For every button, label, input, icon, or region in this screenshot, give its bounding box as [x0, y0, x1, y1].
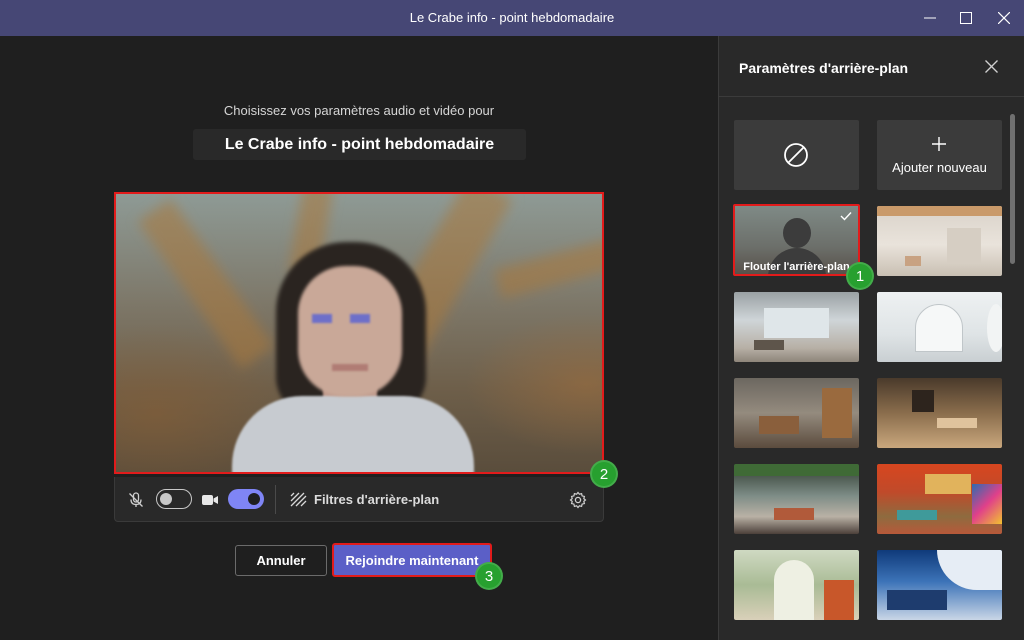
blur-background-label: Flouter l'arrière-plan [743, 261, 850, 273]
ceiling-beam [137, 198, 275, 370]
add-new-background-tile[interactable]: Ajouter nouveau [877, 120, 1002, 190]
background-tile[interactable] [877, 378, 1002, 448]
maximize-icon [960, 12, 972, 24]
person-eye [350, 314, 370, 323]
no-background-tile[interactable] [734, 120, 859, 190]
tree-decor [824, 580, 854, 620]
video-preview [114, 192, 604, 474]
ceiling-beam [494, 238, 602, 300]
panel-title: Paramètres d'arrière-plan [739, 60, 909, 76]
floor-decor [887, 590, 947, 610]
av-controls-bar: Filtres d'arrière-plan [114, 477, 604, 522]
sofa-decor [754, 340, 784, 350]
arch-decor [915, 304, 963, 352]
background-tile[interactable] [734, 292, 859, 362]
step-badge-1: 1 [846, 262, 874, 290]
fireplace-decor [912, 390, 934, 412]
blur-background-tile[interactable]: Flouter l'arrière-plan [733, 204, 860, 276]
panel-decor [822, 388, 852, 438]
background-tile[interactable] [734, 550, 859, 620]
window-decor [764, 308, 829, 338]
device-settings-button[interactable] [569, 477, 587, 522]
background-filters-button[interactable] [290, 477, 307, 522]
person-body [232, 396, 474, 472]
step-badge-2: 2 [590, 460, 618, 488]
wall-decor [947, 228, 981, 264]
prejoin-subtitle: Choisissez vos paramètres audio et vidéo… [223, 103, 495, 118]
sofa-decor [897, 510, 937, 520]
curve-decor [937, 550, 1002, 590]
window-title: Le Crabe info - point hebdomadaire [409, 10, 615, 25]
background-effects-icon [290, 492, 307, 507]
join-now-button[interactable]: Rejoindre maintenant [332, 543, 492, 577]
background-tile[interactable] [877, 206, 1002, 276]
mic-toggle[interactable] [156, 489, 192, 509]
camera-button[interactable] [201, 477, 219, 522]
lamp-decor [925, 474, 971, 494]
background-tile[interactable] [734, 464, 859, 534]
background-tile[interactable] [734, 378, 859, 448]
toggle-knob [248, 493, 260, 505]
sofa-decor [774, 508, 814, 520]
mic-off-icon [129, 491, 143, 507]
beam-decor [877, 206, 1002, 216]
add-new-label: Ajouter nouveau [892, 160, 987, 175]
table-decor [759, 416, 799, 434]
minimize-button[interactable] [912, 0, 948, 36]
no-background-icon [784, 143, 808, 167]
camera-toggle[interactable] [228, 489, 264, 509]
art-decor [972, 484, 1002, 524]
person-face [298, 266, 402, 396]
chair-decor [905, 256, 921, 266]
controls-divider [275, 485, 276, 514]
background-tile[interactable] [877, 464, 1002, 534]
toggle-knob [160, 492, 172, 505]
minimize-icon [924, 17, 936, 19]
background-tile[interactable] [877, 292, 1002, 362]
round-window-decor [987, 304, 1002, 352]
cancel-button[interactable]: Annuler [235, 545, 327, 576]
close-icon [998, 12, 1010, 24]
person-mouth [332, 364, 368, 371]
close-icon [984, 59, 998, 73]
panel-header: Paramètres d'arrière-plan [719, 36, 1024, 97]
step-badge-3: 3 [475, 562, 503, 590]
table-decor [937, 418, 977, 428]
panel-close-button[interactable] [981, 56, 1001, 76]
background-filters-label[interactable]: Filtres d'arrière-plan [314, 477, 439, 522]
avatar-head [783, 218, 811, 248]
maximize-button[interactable] [948, 0, 984, 36]
title-bar: Le Crabe info - point hebdomadaire [0, 0, 1024, 36]
camera-icon [202, 494, 218, 505]
gear-icon [569, 491, 587, 508]
panel-scrollbar[interactable] [1010, 114, 1015, 264]
prejoin-area: Choisissez vos paramètres audio et vidéo… [0, 36, 718, 640]
person-eye [312, 314, 332, 323]
background-settings-panel: Paramètres d'arrière-plan Ajouter nouvea… [718, 36, 1024, 640]
close-window-button[interactable] [986, 0, 1022, 36]
plants-decor [734, 464, 859, 476]
mic-button[interactable] [127, 477, 145, 522]
plus-icon [932, 137, 946, 151]
arch-decor [774, 560, 814, 620]
meeting-title: Le Crabe info - point hebdomadaire [193, 129, 526, 160]
checkmark-icon [840, 212, 852, 221]
background-tile[interactable] [877, 550, 1002, 620]
